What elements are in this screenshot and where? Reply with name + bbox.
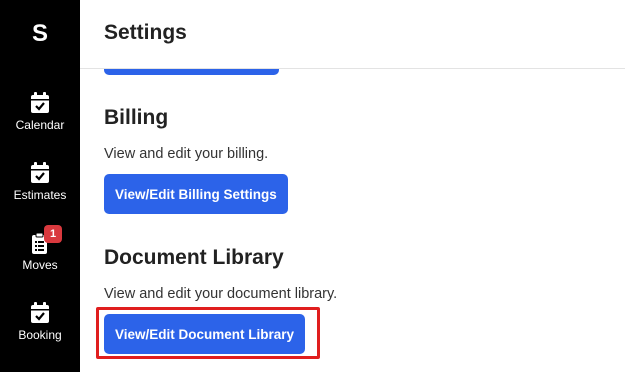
clipboard-list-icon: 1 [30, 225, 62, 254]
sidebar-item-calendar[interactable]: Calendar [0, 92, 80, 152]
billing-heading: Billing [104, 106, 169, 129]
sidebar-item-label: Booking [18, 328, 62, 342]
sidebar: S Calendar Estimates 1 Moves Booking [0, 0, 80, 372]
sidebar-item-label: Estimates [13, 188, 67, 202]
previous-section-button[interactable] [104, 69, 279, 75]
sidebar-item-estimates[interactable]: Estimates [0, 162, 80, 222]
calendar-check-icon [30, 162, 50, 184]
calendar-check-icon [30, 92, 50, 114]
document-library-description: View and edit your document library. [104, 286, 338, 302]
page-title: Settings [104, 21, 187, 44]
calendar-check-icon [30, 302, 50, 324]
view-edit-document-library-button[interactable]: View/Edit Document Library [104, 314, 306, 354]
sidebar-item-label: Calendar [15, 118, 65, 132]
document-library-heading: Document Library [104, 246, 284, 269]
sidebar-item-moves[interactable]: 1 Moves [0, 225, 80, 292]
view-edit-billing-settings-button[interactable]: View/Edit Billing Settings [104, 174, 288, 214]
sidebar-item-booking[interactable]: Booking [0, 302, 80, 362]
page-header: Settings [80, 0, 625, 69]
app-logo[interactable]: S [0, 20, 80, 48]
billing-description: View and edit your billing. [104, 146, 269, 162]
sidebar-item-label: Moves [22, 258, 58, 272]
moves-count-badge: 1 [44, 225, 62, 243]
